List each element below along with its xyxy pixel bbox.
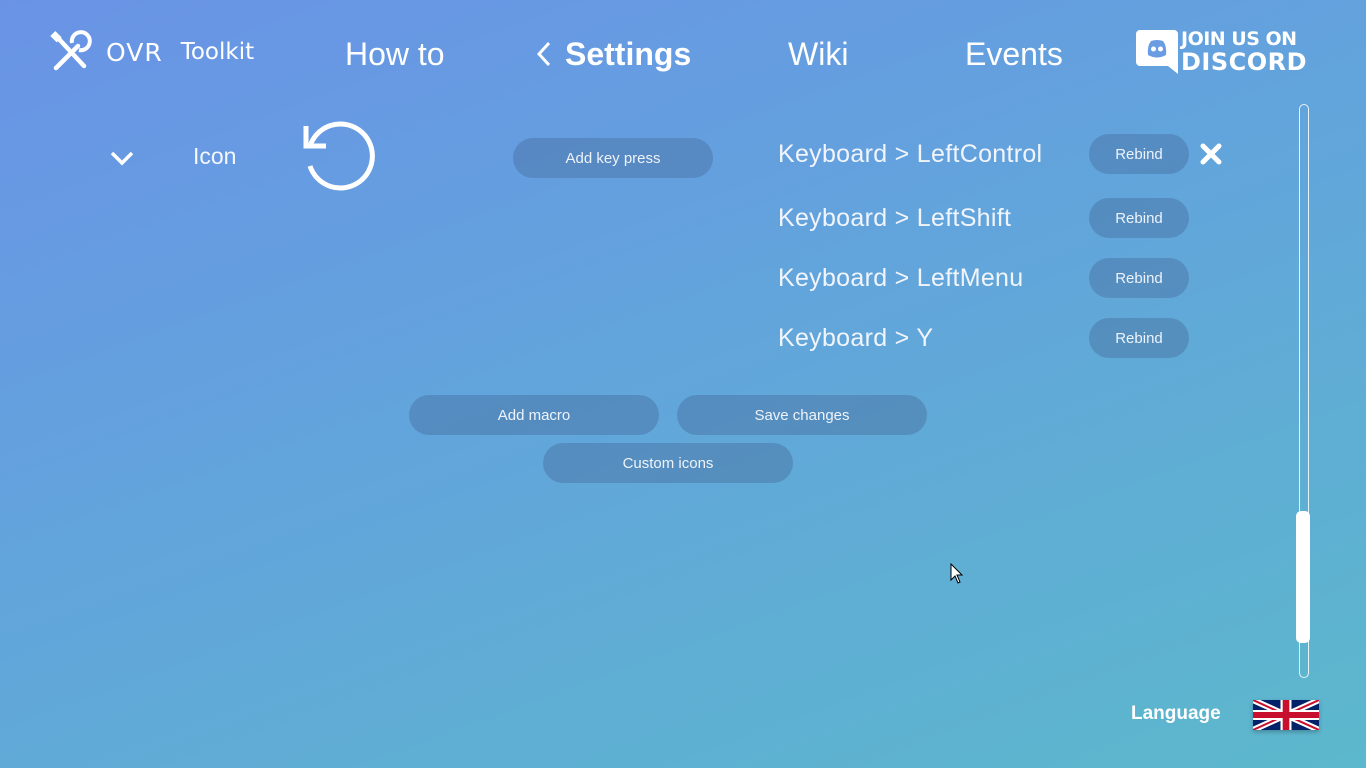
discord-icon [1136,30,1178,74]
nav-events[interactable]: Events [965,34,1063,74]
chevron-down-icon[interactable] [108,146,136,170]
discord-line2: DISCORD [1181,47,1308,76]
discord-banner[interactable]: JOIN US ON DISCORD [1136,28,1307,74]
language-label: Language [1131,703,1221,724]
add-macro-button[interactable]: Add macro [409,395,659,435]
macro-icon-label: Icon [193,143,237,169]
logo-toolkit-text: Toolkit [180,39,255,65]
key-binding-label: Keyboard > LeftMenu [778,264,1024,292]
discord-line1: JOIN US ON [1181,27,1297,50]
key-binding-label: Keyboard > LeftShift [778,204,1012,232]
reset-icon[interactable] [300,120,380,192]
logo-ovr-text: OVR [106,37,163,67]
chevron-left-icon [536,41,551,67]
nav-how-to[interactable]: How to [345,34,445,74]
key-binding-label: Keyboard > LeftControl [778,140,1043,168]
rebind-button[interactable]: Rebind [1089,134,1189,174]
save-changes-button[interactable]: Save changes [677,395,927,435]
rebind-button[interactable]: Rebind [1089,198,1189,238]
nav-settings[interactable]: Settings [533,34,691,74]
rebind-button[interactable]: Rebind [1089,318,1189,358]
uk-flag-icon[interactable] [1253,700,1319,730]
app-logo: OVR Toolkit [48,30,254,74]
close-icon[interactable] [1199,142,1223,166]
scrollbar-thumb[interactable] [1296,511,1310,643]
add-key-press-button[interactable]: Add key press [513,138,713,178]
nav-settings-label: Settings [565,36,692,72]
key-binding-label: Keyboard > Y [778,324,934,352]
rebind-button[interactable]: Rebind [1089,258,1189,298]
custom-icons-button[interactable]: Custom icons [543,443,793,483]
tools-icon [50,30,92,71]
nav-wiki[interactable]: Wiki [788,34,848,74]
mouse-cursor-icon [950,563,964,584]
